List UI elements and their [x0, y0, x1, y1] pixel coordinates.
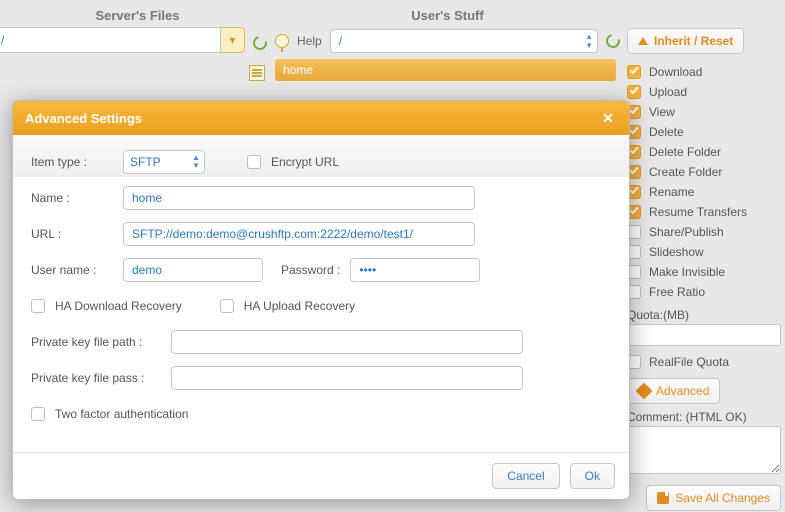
pk-path-label: Private key file path : — [31, 335, 161, 349]
refresh-icon[interactable] — [603, 31, 622, 50]
server-files-column: Server's Files / ▾ — [0, 0, 275, 72]
perm-row-slideshow: Slideshow — [627, 242, 781, 262]
server-files-heading: Server's Files — [0, 0, 275, 27]
url-input[interactable] — [123, 222, 475, 246]
realfile-quota-label: RealFile Quota — [649, 355, 729, 369]
perm-checkbox[interactable] — [627, 85, 641, 99]
dialog-titlebar: Advanced Settings ✕ — [13, 101, 629, 135]
encrypt-url-label: Encrypt URL — [271, 155, 339, 169]
perm-row-download: Download — [627, 62, 781, 82]
perm-row-resume-transfers: Resume Transfers — [627, 202, 781, 222]
perm-label: Create Folder — [649, 165, 722, 179]
advanced-button[interactable]: Advanced — [627, 378, 720, 404]
server-root-select[interactable]: / — [0, 27, 221, 53]
pk-pass-label: Private key file pass : — [31, 371, 161, 385]
perm-label: Share/Publish — [649, 225, 724, 239]
name-label: Name : — [31, 191, 113, 205]
close-icon[interactable]: ✕ — [599, 109, 617, 127]
permissions-panel: Inherit / Reset Download Upload View Delete… — [625, 28, 785, 511]
dialog-title: Advanced Settings — [25, 111, 142, 126]
disk-icon — [657, 492, 669, 504]
perm-row-share-publish: Share/Publish — [627, 222, 781, 242]
ha-upload-checkbox[interactable] — [220, 299, 234, 313]
perm-checkbox[interactable] — [627, 65, 641, 79]
save-all-button[interactable]: Save All Changes — [646, 485, 781, 511]
perm-label: View — [649, 105, 675, 119]
comment-input[interactable] — [627, 426, 781, 474]
name-input[interactable] — [123, 186, 475, 210]
item-type-label: Item type : — [31, 155, 113, 169]
pk-pass-input[interactable] — [171, 366, 523, 390]
path-value: / — [339, 34, 342, 48]
password-input[interactable] — [350, 258, 480, 282]
arrow-up-icon — [638, 37, 648, 45]
help-bulb-icon[interactable] — [275, 34, 289, 48]
permissions-list: Download Upload View Delete Delete Folder Cre… — [627, 62, 781, 302]
url-label: URL : — [31, 227, 113, 241]
ha-download-label: HA Download Recovery — [55, 299, 182, 313]
pencil-icon — [636, 383, 653, 400]
dialog-body: Item type : SFTP ▲▼ Encrypt URL Name : U… — [13, 135, 629, 452]
user-stuff-heading: User's Stuff — [275, 0, 620, 27]
two-factor-label: Two factor authentication — [55, 407, 188, 421]
item-type-select[interactable]: SFTP ▲▼ — [123, 150, 205, 174]
user-stuff-column: User's Stuff Help / ▲▼ home — [275, 0, 620, 72]
inherit-reset-label: Inherit / Reset — [654, 34, 733, 48]
perm-label: Delete — [649, 125, 684, 139]
perm-label: Free Ratio — [649, 285, 705, 299]
perm-row-delete-folder: Delete Folder — [627, 142, 781, 162]
dialog-footer: Cancel Ok — [13, 452, 629, 499]
perm-label: Delete Folder — [649, 145, 721, 159]
perm-label: Resume Transfers — [649, 205, 747, 219]
perm-row-rename: Rename — [627, 182, 781, 202]
password-label: Password : — [281, 263, 340, 277]
perm-label: Slideshow — [649, 245, 704, 259]
ha-upload-label: HA Upload Recovery — [244, 299, 355, 313]
path-select[interactable]: / ▲▼ — [330, 29, 598, 53]
quota-input[interactable] — [627, 324, 781, 346]
ok-button[interactable]: Ok — [570, 463, 615, 489]
note-icon[interactable] — [249, 65, 265, 81]
perm-row-free-ratio: Free Ratio — [627, 282, 781, 302]
perm-row-upload: Upload — [627, 82, 781, 102]
ha-download-checkbox[interactable] — [31, 299, 45, 313]
save-all-label: Save All Changes — [675, 491, 770, 505]
help-label[interactable]: Help — [297, 34, 322, 48]
two-factor-checkbox[interactable] — [31, 407, 45, 421]
refresh-icon[interactable] — [250, 33, 269, 52]
comment-label: Comment: (HTML OK) — [627, 410, 781, 424]
perm-label: Upload — [649, 85, 687, 99]
perm-label: Download — [649, 65, 702, 79]
encrypt-url-checkbox[interactable] — [247, 155, 261, 169]
advanced-settings-dialog: Advanced Settings ✕ Item type : SFTP ▲▼ … — [12, 100, 630, 500]
pk-path-input[interactable] — [171, 330, 523, 354]
item-type-value: SFTP — [130, 155, 161, 169]
perm-label: Rename — [649, 185, 694, 199]
username-label: User name : — [31, 263, 113, 277]
quota-label: Quota:(MB) — [627, 308, 781, 322]
username-input[interactable] — [123, 258, 263, 282]
perm-row-delete: Delete — [627, 122, 781, 142]
perm-row-view: View — [627, 102, 781, 122]
inherit-reset-button[interactable]: Inherit / Reset — [627, 28, 744, 54]
server-root-dropdown-button[interactable]: ▾ — [221, 27, 245, 53]
perm-row-make-invisible: Make Invisible — [627, 262, 781, 282]
advanced-label: Advanced — [656, 384, 709, 398]
updown-icon: ▲▼ — [192, 154, 200, 170]
perm-label: Make Invisible — [649, 265, 725, 279]
perm-row-create-folder: Create Folder — [627, 162, 781, 182]
home-row[interactable]: home — [275, 59, 616, 81]
cancel-button[interactable]: Cancel — [492, 463, 559, 489]
updown-icon: ▲▼ — [585, 32, 593, 50]
